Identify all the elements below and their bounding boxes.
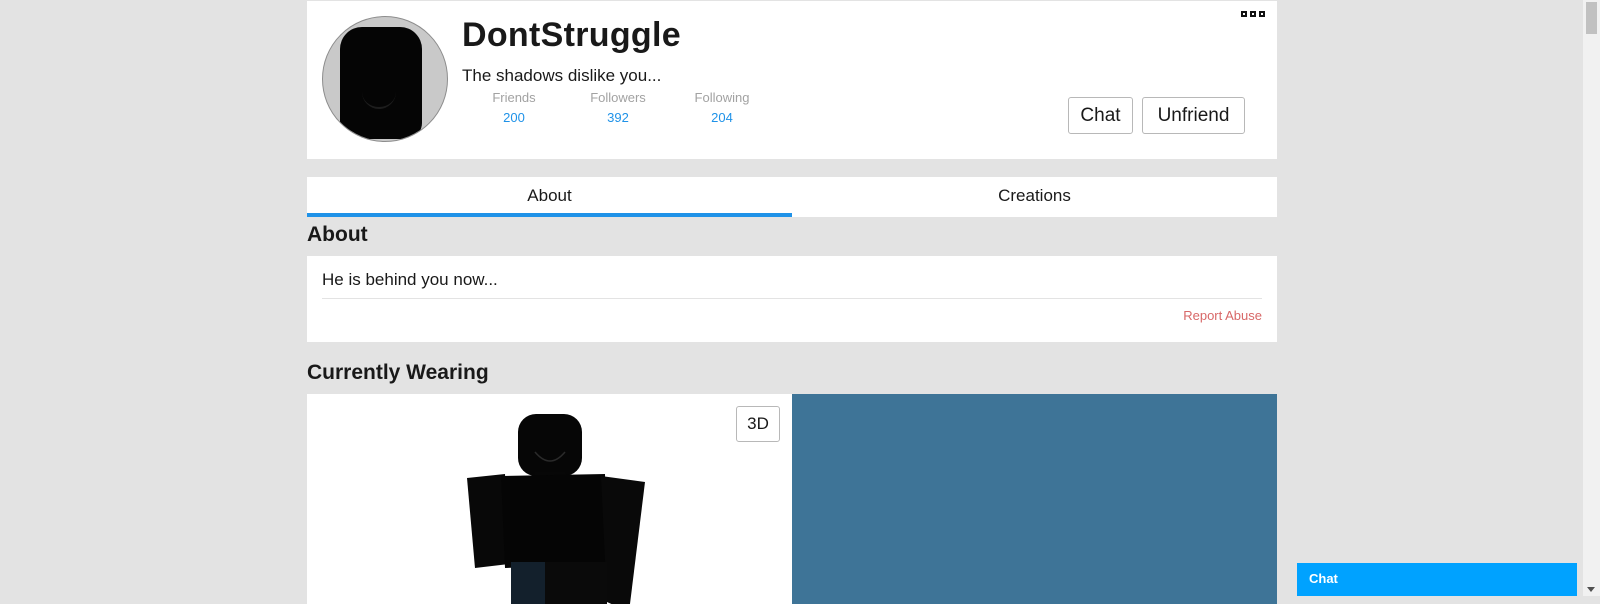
- avatar[interactable]: [322, 16, 448, 142]
- profile-header-card: DontStruggle The shadows dislike you... …: [307, 1, 1277, 159]
- stat-following[interactable]: Following 204: [670, 90, 774, 125]
- avatar-preview-panel: 3D: [307, 394, 792, 604]
- stat-value[interactable]: 392: [566, 110, 670, 125]
- 3d-toggle-button[interactable]: 3D: [736, 406, 780, 442]
- tab-about[interactable]: About: [307, 177, 792, 217]
- currently-wearing-heading: Currently Wearing: [307, 361, 489, 384]
- avatar-head: [340, 27, 422, 139]
- stat-label: Friends: [492, 90, 536, 105]
- about-card: He is behind you now... Report Abuse: [307, 256, 1277, 342]
- scroll-down-arrow-icon[interactable]: [1587, 587, 1595, 592]
- stat-value[interactable]: 200: [462, 110, 566, 125]
- chat-bar[interactable]: Chat: [1297, 563, 1577, 596]
- about-heading: About: [307, 223, 368, 246]
- stat-label: Following: [694, 90, 750, 105]
- dot: [1259, 11, 1265, 17]
- dot: [1241, 11, 1247, 17]
- stat-friends[interactable]: Friends 200: [462, 90, 566, 125]
- about-description: He is behind you now...: [322, 270, 498, 289]
- unfriend-button[interactable]: Unfriend: [1142, 97, 1245, 134]
- profile-tabs: About Creations: [307, 177, 1277, 217]
- stat-followers[interactable]: Followers 392: [566, 90, 670, 125]
- dot: [1250, 11, 1256, 17]
- username: DontStruggle: [462, 16, 681, 54]
- profile-status: The shadows dislike you...: [462, 66, 662, 85]
- report-abuse-link[interactable]: Report Abuse: [1183, 308, 1262, 323]
- profile-stats: Friends 200 Followers 392 Following 204: [462, 90, 774, 125]
- avatar-figure: [467, 414, 645, 604]
- chat-button[interactable]: Chat: [1068, 97, 1133, 134]
- page-scrollbar[interactable]: [1583, 0, 1600, 596]
- scrollbar-thumb[interactable]: [1586, 2, 1597, 34]
- more-options-icon[interactable]: [1241, 11, 1269, 23]
- stat-value[interactable]: 204: [670, 110, 774, 125]
- divider: [322, 298, 1262, 299]
- tab-creations[interactable]: Creations: [792, 177, 1277, 217]
- stat-label: Followers: [590, 90, 646, 105]
- wearing-items-panel: [792, 394, 1277, 604]
